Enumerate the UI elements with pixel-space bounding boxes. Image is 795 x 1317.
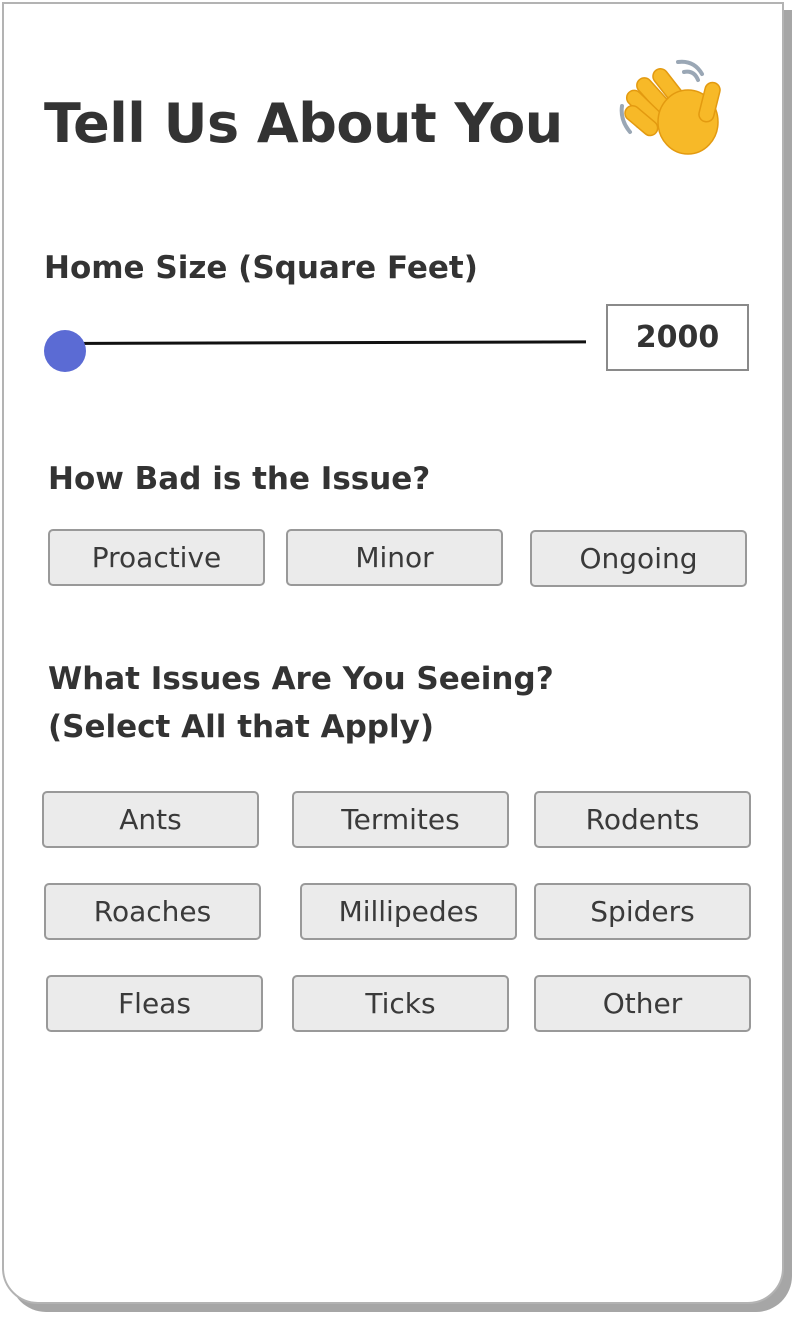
issues-label: What Issues Are You Seeing? (Select All … bbox=[48, 655, 554, 751]
issue-option-termites[interactable]: Termites bbox=[292, 791, 509, 848]
issue-option-millipedes[interactable]: Millipedes bbox=[300, 883, 517, 940]
issue-option-ticks[interactable]: Ticks bbox=[292, 975, 509, 1032]
issues-label-line2: (Select All that Apply) bbox=[48, 709, 434, 745]
home-size-label: Home Size (Square Feet) bbox=[44, 250, 478, 286]
issue-option-roaches[interactable]: Roaches bbox=[44, 883, 261, 940]
severity-option-proactive[interactable]: Proactive bbox=[48, 529, 265, 586]
page-title: Tell Us About You bbox=[44, 92, 563, 155]
issue-option-fleas[interactable]: Fleas bbox=[46, 975, 263, 1032]
severity-option-ongoing[interactable]: Ongoing bbox=[530, 530, 747, 587]
issue-option-spiders[interactable]: Spiders bbox=[534, 883, 751, 940]
issues-label-line1: What Issues Are You Seeing? bbox=[48, 661, 554, 697]
issue-option-ants[interactable]: Ants bbox=[42, 791, 259, 848]
form-card bbox=[2, 2, 784, 1304]
severity-option-minor[interactable]: Minor bbox=[286, 529, 503, 586]
severity-label: How Bad is the Issue? bbox=[48, 461, 431, 497]
waving-hand-icon bbox=[619, 59, 721, 155]
issue-option-other[interactable]: Other bbox=[534, 975, 751, 1032]
home-size-value-input[interactable]: 2000 bbox=[606, 304, 749, 371]
home-size-slider-handle[interactable] bbox=[44, 330, 86, 372]
issue-option-rodents[interactable]: Rodents bbox=[534, 791, 751, 848]
